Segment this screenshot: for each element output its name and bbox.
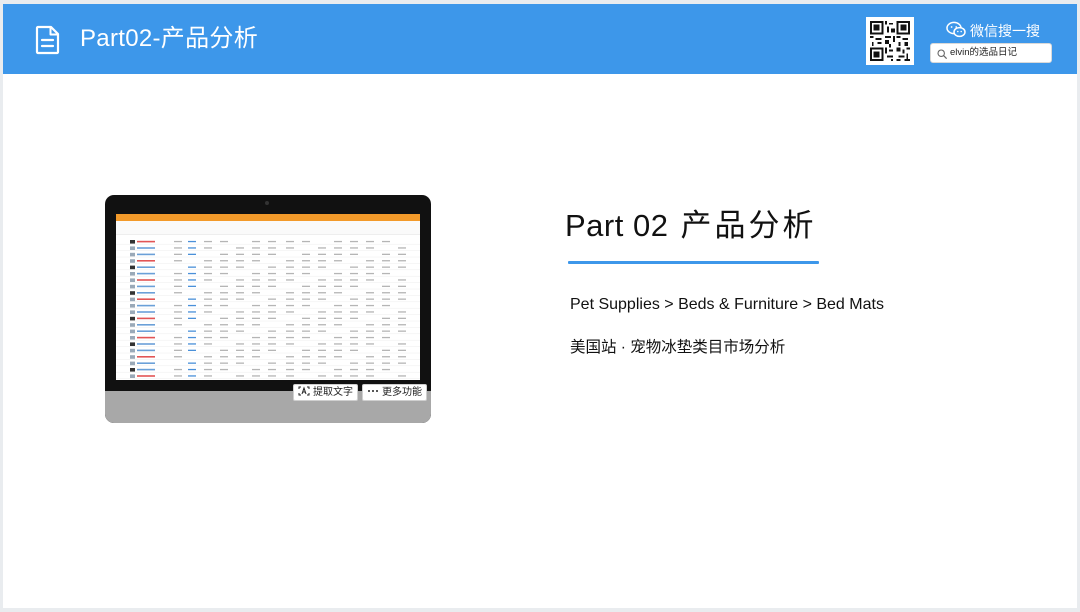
qr-code-icon — [866, 17, 914, 65]
wechat-icon — [946, 21, 966, 39]
section-title: Part 02 产品分析 — [565, 205, 816, 247]
section-title-part: Part 02 — [565, 208, 669, 243]
slide: Part02-产品分析 微信搜一搜 elvin的选品日记 提取文字 更多功能 P… — [3, 4, 1077, 608]
screen-top-bar — [116, 214, 420, 221]
screen-summary-bar — [116, 221, 420, 235]
monitor-preview-image: 提取文字 更多功能 — [105, 195, 431, 423]
more-features-label: 更多功能 — [382, 387, 422, 398]
search-input[interactable]: elvin的选品日记 — [930, 43, 1052, 63]
extract-text-label: 提取文字 — [313, 387, 353, 398]
wechat-search-label: 微信搜一搜 — [946, 21, 1040, 41]
text-extract-icon — [298, 386, 310, 396]
page-title: Part02-产品分析 — [80, 25, 259, 52]
section-subtitle: 美国站 · 宠物冰垫类目市场分析 — [570, 339, 786, 356]
header-bar: Part02-产品分析 微信搜一搜 elvin的选品日记 — [3, 4, 1077, 74]
monitor-camera — [265, 201, 269, 205]
search-icon — [937, 48, 947, 59]
document-icon — [35, 25, 61, 55]
monitor-screen — [116, 214, 420, 380]
section-title-text: 产品分析 — [680, 208, 817, 243]
category-path: Pet Supplies > Beds & Furniture > Bed Ma… — [570, 296, 884, 313]
extract-text-button[interactable]: 提取文字 — [293, 384, 358, 401]
ellipsis-icon — [367, 386, 379, 396]
wechat-search-text: 微信搜一搜 — [970, 23, 1040, 39]
screen-table-rows — [116, 240, 420, 379]
search-input-value: elvin的选品日记 — [950, 47, 1018, 58]
title-underline — [568, 261, 819, 264]
more-features-button[interactable]: 更多功能 — [362, 384, 427, 401]
